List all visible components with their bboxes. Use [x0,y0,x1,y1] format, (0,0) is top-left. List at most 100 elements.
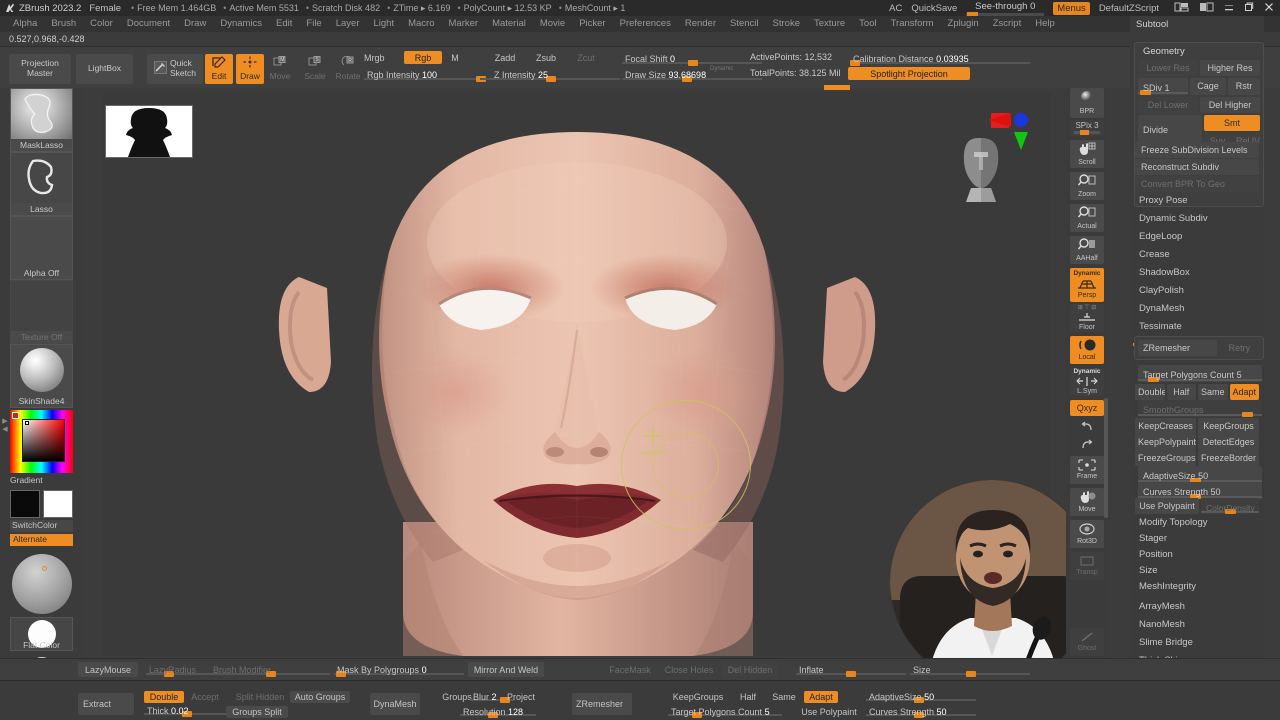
geometry-title[interactable]: Geometry [1135,43,1263,60]
palette-section-claypolish[interactable]: ClayPolish [1130,282,1264,300]
menu-item-stencil[interactable]: Stencil [723,16,766,32]
blur-slider[interactable]: Blur 2 [470,691,514,703]
adapt-button-bottom[interactable]: Adapt [804,691,838,703]
divide-button[interactable]: Divide [1138,115,1202,145]
shelf-drag-handle[interactable] [824,85,850,90]
same-button-bottom[interactable]: Same [766,691,802,703]
rgb-button[interactable]: Rgb [404,51,442,64]
zsub-button[interactable]: Zsub [531,51,561,64]
menu-item-layer[interactable]: Layer [329,16,367,32]
qxyz-button[interactable]: Qxyz [1070,400,1104,416]
calibration-distance-slider[interactable]: Calibration Distance 0.03935 [850,51,1030,66]
color-picker-field[interactable] [22,419,65,462]
edit-mode-button[interactable]: Edit [205,54,233,84]
see-through-slider[interactable]: See-through 0 [966,1,1045,17]
zremesher-button-bottom[interactable]: ZRemesher [572,693,632,715]
menu-item-edit[interactable]: Edit [269,16,299,32]
minimize-icon[interactable] [1224,2,1234,15]
palette-section-crease[interactable]: Crease [1130,246,1264,264]
quick-sketch-button[interactable]: Quick Sketch [147,54,203,84]
menus-toggle-button[interactable]: Menus [1053,1,1090,15]
spotlight-projection-button[interactable]: Spotlight Projection [848,67,970,80]
higher-res-button[interactable]: Higher Res [1200,60,1260,76]
accept-button[interactable]: Accept [186,691,224,703]
menu-item-render[interactable]: Render [678,16,723,32]
same-button[interactable]: Same [1198,384,1228,400]
sdiv-slider[interactable]: SDiv 1 [1138,78,1188,95]
mrgb-button[interactable]: Mrgb [364,51,400,64]
menu-item-alpha[interactable]: Alpha [6,16,44,32]
menu-item-movie[interactable]: Movie [533,16,572,32]
menu-item-zscript[interactable]: Zscript [986,16,1029,32]
double-button[interactable]: Double [1135,384,1165,400]
del-higher-button[interactable]: Del Higher [1200,97,1260,113]
local-button[interactable]: Local [1070,336,1104,364]
focal-shift-slider[interactable]: Focal Shift 0 [622,51,762,66]
size-slider[interactable]: Size [910,662,1030,677]
menu-item-texture[interactable]: Texture [807,16,852,32]
menu-item-light[interactable]: Light [366,16,401,32]
menu-item-brush[interactable]: Brush [44,16,83,32]
restore-icon[interactable] [1244,2,1254,15]
half-button[interactable]: Half [1166,384,1196,400]
menu-item-transform[interactable]: Transform [884,16,941,32]
extract-button[interactable]: Extract [78,693,134,715]
close-icon[interactable] [1264,2,1274,15]
undo-button[interactable] [1070,420,1104,436]
stroke-tile[interactable]: Lasso [10,152,73,216]
menu-item-stroke[interactable]: Stroke [766,16,807,32]
freeze-border-button[interactable]: FreezeBorder [1198,450,1259,466]
scroll-button[interactable]: Scroll [1070,140,1104,168]
material-tile[interactable]: SkinShade4 [10,344,73,408]
smooth-groups-knob[interactable] [1242,412,1253,417]
menu-item-file[interactable]: File [299,16,328,32]
move-mode-button[interactable]: M Move [267,54,293,84]
keep-groups-button-bottom[interactable]: KeepGroups [668,691,728,703]
menu-item-marker[interactable]: Marker [442,16,486,32]
palette-section-proxy-pose[interactable]: Proxy Pose [1130,192,1264,210]
aahalf-button[interactable]: AAHalf [1070,236,1104,264]
menu-item-material[interactable]: Material [485,16,533,32]
zremesher-button[interactable]: ZRemesher [1138,340,1217,356]
auto-groups-button[interactable]: Auto Groups [290,691,350,703]
adapt-button[interactable]: Adapt [1229,384,1259,400]
palette-section-dynamic-subdiv[interactable]: Dynamic Subdiv [1130,210,1264,228]
menu-item-dynamics[interactable]: Dynamics [213,16,269,32]
lightbox-button[interactable]: LightBox [76,54,133,84]
retry-button[interactable]: Retry [1219,340,1260,356]
palette-section-nanomesh[interactable]: NanoMesh [1130,616,1264,634]
split-hidden-button[interactable]: Split Hidden [232,691,288,703]
freeze-subdivision-button[interactable]: Freeze SubDivision Levels [1135,142,1259,158]
menu-item-picker[interactable]: Picker [572,16,612,32]
palette-section-arraymesh[interactable]: ArrayMesh [1130,598,1264,616]
secondary-color-swatch[interactable] [43,490,73,518]
color-picker[interactable] [10,410,73,473]
zscript-label[interactable]: DefaultZScript [1099,3,1159,14]
rotate-mode-button[interactable]: R Rotate [334,54,362,84]
redo-button[interactable] [1070,438,1104,454]
gradient-label[interactable]: Gradient [10,475,73,487]
brush-tile[interactable]: MaskLasso [10,88,73,152]
keep-polypaint-button[interactable]: KeepPolypaint [1135,434,1196,450]
thick-slider[interactable]: Thick 0.02 [144,705,226,717]
switch-color-button[interactable]: SwitchColor [10,520,73,532]
smt-button[interactable]: Smt [1204,115,1260,131]
face-mask-button[interactable]: FaceMask [602,662,658,677]
del-hidden-button[interactable]: Del Hidden [722,662,778,677]
tray-collapse-handle[interactable]: ▶ ◀ [1,418,9,436]
keep-creases-button[interactable]: KeepCreases [1135,418,1196,434]
menu-item-zplugin[interactable]: Zplugin [941,16,986,32]
target-polygons-slider-bottom[interactable]: Target Polygons Count 5 [668,706,782,718]
zadd-button[interactable]: Zadd [490,51,520,64]
menu-item-tool[interactable]: Tool [852,16,883,32]
del-lower-button[interactable]: Del Lower [1138,97,1198,113]
move-view-button[interactable]: Move [1070,488,1104,516]
frame-button[interactable]: Frame [1070,456,1104,484]
brush-modifier-slider[interactable]: Brush Modifier [210,662,330,677]
palette-section-tessimate[interactable]: Tessimate [1130,318,1264,336]
texture-tile[interactable]: Texture Off [10,280,73,344]
menu-item-preferences[interactable]: Preferences [613,16,678,32]
primary-color-swatch[interactable] [10,490,40,518]
keep-groups-button[interactable]: KeepGroups [1198,418,1259,434]
local-symmetry-button[interactable]: Dynamic L.Sym [1070,368,1104,396]
